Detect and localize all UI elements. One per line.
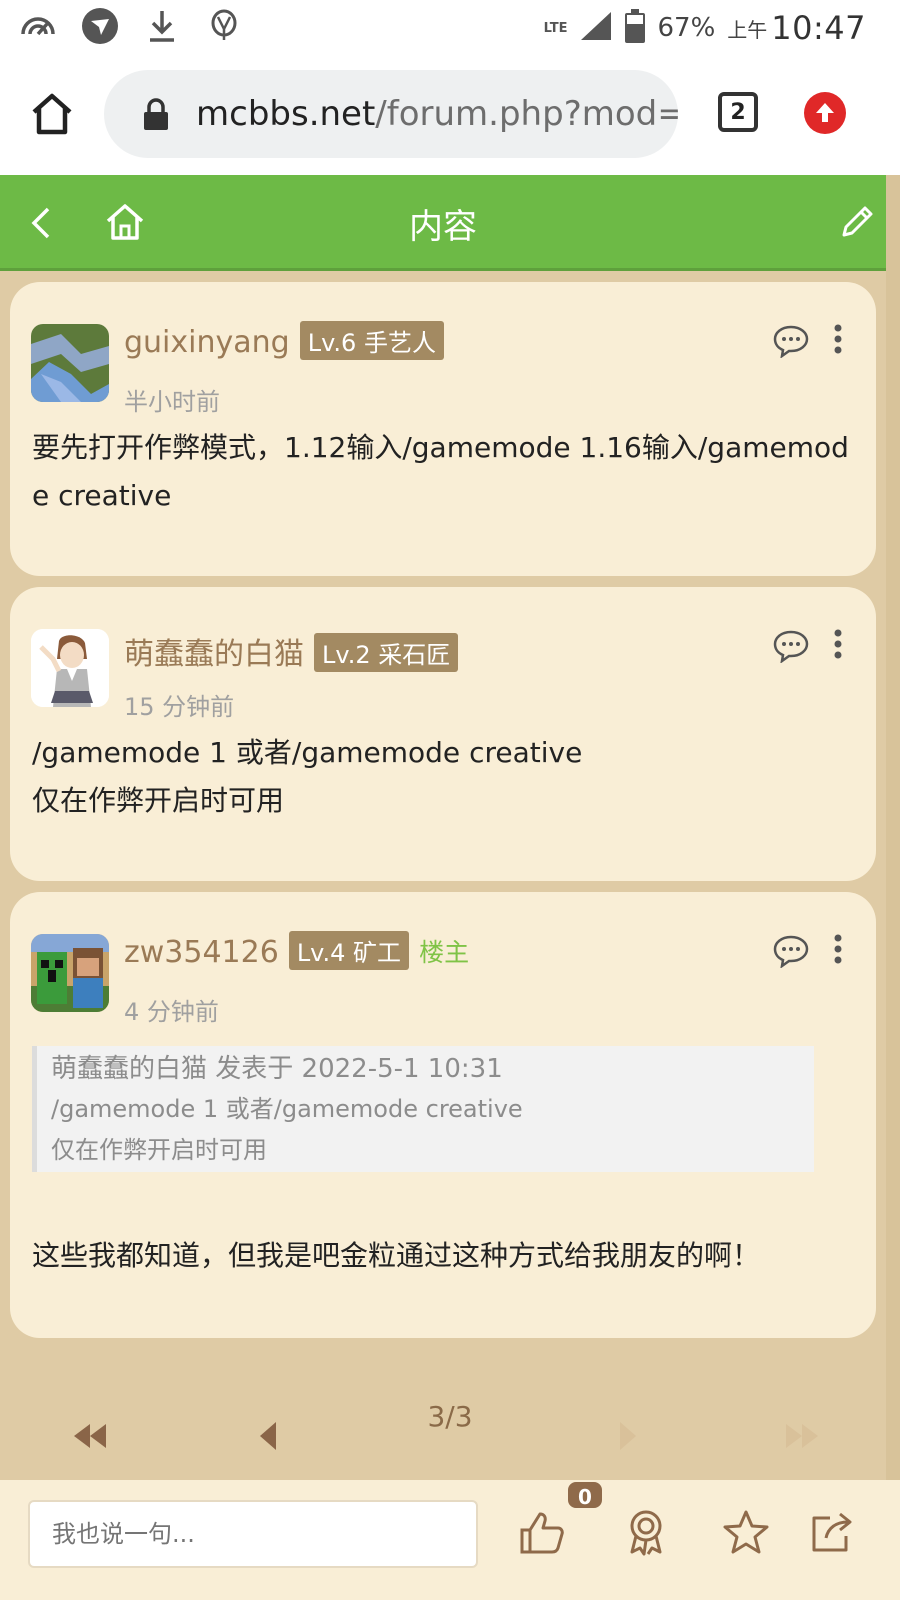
reply-post: zw354126 Lv.4 矿工 楼主 4 分钟前 萌蠢蠢的白猫 发表于 2022-… xyxy=(10,892,876,1338)
post-content-line: /gamemode 1 或者/gamemode creative xyxy=(32,736,583,769)
pagination: 3/3 xyxy=(0,1400,886,1474)
address-bar[interactable]: mcbbs.net/forum.php?mod=vi xyxy=(104,70,678,158)
username[interactable]: guixinyang xyxy=(124,325,290,360)
reply-bubble-icon[interactable] xyxy=(772,324,810,359)
url-host: mcbbs.net xyxy=(196,94,376,134)
more-vert-icon[interactable] xyxy=(834,629,842,659)
quoted-reply: 萌蠢蠢的白猫 发表于 2022-5-1 10:31 /gamemode 1 或者… xyxy=(32,1046,814,1172)
notification-icons xyxy=(18,6,244,46)
post-content: 这些我都知道，但我是吧金粒通过这种方式给我朋友的啊！ xyxy=(32,1239,761,1272)
post-author[interactable]: 萌蠢蠢的白猫 Lv.2 采石匠 xyxy=(124,629,459,675)
reply-post: 萌蠢蠢的白猫 Lv.2 采石匠 15 分钟前 /gamemode 1 或者/gam… xyxy=(10,587,876,881)
browser-toolbar: mcbbs.net/forum.php?mod=vi 2 xyxy=(0,56,900,176)
level-badge: Lv.2 采石匠 xyxy=(314,633,459,672)
clock-ampm: 上午 xyxy=(727,17,768,42)
post-time: 15 分钟前 xyxy=(124,693,235,721)
scroll-track xyxy=(886,175,900,1600)
update-arrow-icon[interactable] xyxy=(804,92,846,134)
battery-percent: 67% xyxy=(657,13,716,43)
level-badge: Lv.6 手艺人 xyxy=(299,321,444,360)
avatar[interactable] xyxy=(31,934,109,1012)
hotspot-icon xyxy=(18,6,58,46)
browser-home-icon[interactable] xyxy=(28,90,76,138)
signal-icon xyxy=(579,10,613,46)
tab-switcher-button[interactable]: 2 xyxy=(718,92,758,132)
network-type: LTE xyxy=(543,20,568,36)
download-icon xyxy=(142,6,182,46)
username[interactable]: zw354126 xyxy=(124,935,279,970)
battery-icon xyxy=(625,9,646,43)
more-vert-icon[interactable] xyxy=(834,324,842,354)
quote-line: 仅在作弊开启时可用 xyxy=(51,1136,267,1164)
app-notification-icon xyxy=(80,6,120,46)
share-icon[interactable] xyxy=(808,1508,856,1556)
favorite-star-icon[interactable] xyxy=(722,1508,770,1556)
clock-time: 10:47 xyxy=(771,9,866,47)
bottom-action-bar: 0 xyxy=(0,1480,900,1600)
quote-line: /gamemode 1 或者/gamemode creative xyxy=(51,1095,523,1123)
post-content: 要先打开作弊模式，1.12输入/gamemode 1.16输入/gamemode… xyxy=(32,431,849,512)
page-title: 内容 xyxy=(409,207,477,247)
post-content: /gamemode 1 或者/gamemode creative 仅在作弊开启时… xyxy=(32,729,854,825)
url-path: /forum.php?mod=vi xyxy=(375,94,678,134)
like-count-badge: 0 xyxy=(566,1480,604,1510)
lock-icon xyxy=(142,98,170,130)
reply-bubble-icon[interactable] xyxy=(772,934,810,969)
reply-post: guixinyang Lv.6 手艺人 半小时前 要先打开作弊模式，1.12输入/… xyxy=(10,282,876,576)
status-bar: LTE 67% 上午 10:47 xyxy=(0,0,900,56)
quote-header: 萌蠢蠢的白猫 发表于 2022-5-1 10:31 xyxy=(51,1054,503,1084)
edit-pencil-icon[interactable] xyxy=(836,201,878,243)
post-time: 4 分钟前 xyxy=(124,998,219,1026)
level-badge: Lv.4 矿工 xyxy=(288,931,410,970)
comment-input[interactable] xyxy=(28,1500,478,1568)
app-badge-icon xyxy=(204,6,244,46)
award-badge-icon[interactable] xyxy=(622,1508,670,1556)
op-badge: 楼主 xyxy=(419,937,470,967)
like-thumb-icon[interactable] xyxy=(518,1508,566,1556)
next-page-icon[interactable] xyxy=(614,1418,654,1454)
page-indicator: 3/3 xyxy=(427,1400,473,1433)
reply-bubble-icon[interactable] xyxy=(772,629,810,664)
username[interactable]: 萌蠢蠢的白猫 xyxy=(124,637,304,672)
post-content-line: 仅在作弊开启时可用 xyxy=(32,784,285,817)
post-time: 半小时前 xyxy=(124,388,220,416)
avatar[interactable] xyxy=(31,629,109,707)
app-header: 内容 xyxy=(0,175,886,271)
last-page-icon[interactable] xyxy=(782,1418,822,1454)
url-text: mcbbs.net/forum.php?mod=vi xyxy=(196,94,678,134)
more-vert-icon[interactable] xyxy=(834,934,842,964)
post-author[interactable]: zw354126 Lv.4 矿工 楼主 xyxy=(124,931,470,973)
avatar[interactable] xyxy=(31,324,109,402)
post-author[interactable]: guixinyang Lv.6 手艺人 xyxy=(124,321,444,363)
